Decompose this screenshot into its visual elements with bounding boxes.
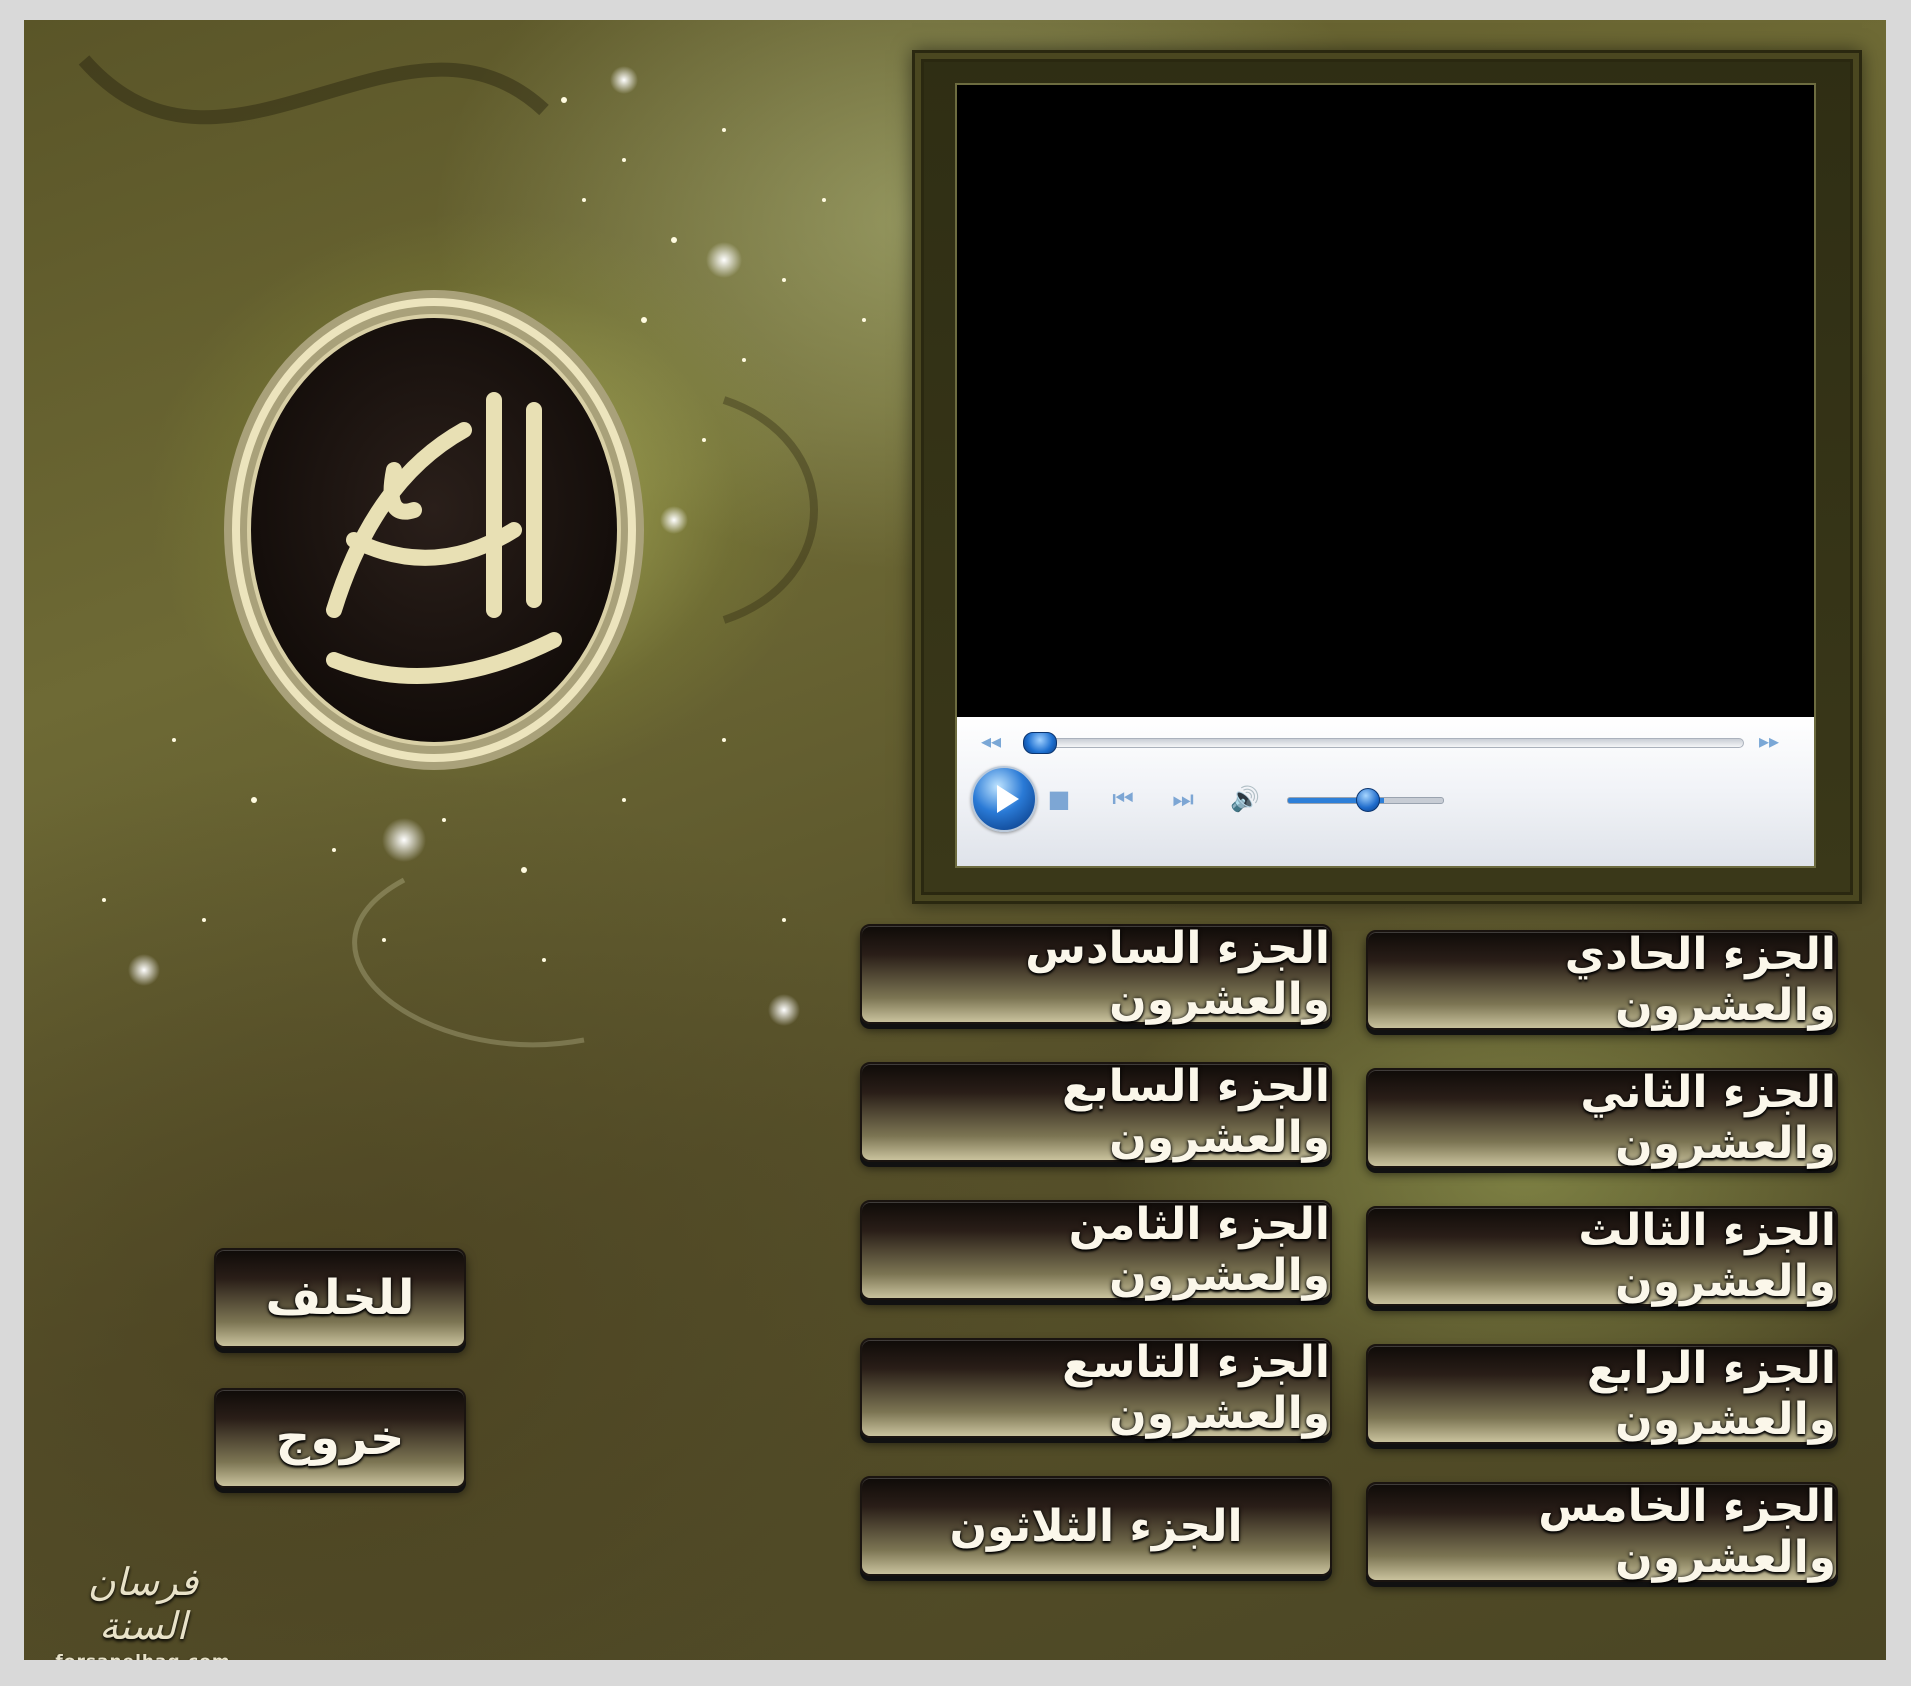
volume-icon[interactable]: 🔊: [1229, 783, 1261, 815]
juz-26-button[interactable]: الجزء السادس والعشرون: [860, 923, 1332, 1025]
video-player-frame: ◂◂ ▸▸ ■ ⏮ ⏭ 🔊: [912, 50, 1862, 904]
juz-23-button[interactable]: الجزء الثالث والعشرون: [1366, 1205, 1838, 1307]
juz-22-button[interactable]: الجزء الثاني والعشرون: [1366, 1067, 1838, 1169]
juz-30-button[interactable]: الجزء الثلاثون: [860, 1476, 1332, 1576]
juz-27-button[interactable]: الجزء السابع والعشرون: [860, 1061, 1332, 1163]
video-screen[interactable]: [957, 85, 1814, 717]
quran-seal-icon: [224, 290, 644, 770]
juz-21-button[interactable]: الجزء الحادي والعشرون: [1366, 929, 1838, 1031]
seek-back-icon[interactable]: ◂◂: [981, 729, 1001, 753]
seek-bar[interactable]: [1027, 738, 1744, 748]
juz-29-button[interactable]: الجزء التاسع والعشرون: [860, 1337, 1332, 1439]
site-logo: فرسان السنة forsanelhaq.com: [48, 1560, 238, 1660]
player-controls: ◂◂ ▸▸ ■ ⏮ ⏭ 🔊: [957, 717, 1814, 866]
seek-thumb[interactable]: [1023, 732, 1057, 754]
exit-button[interactable]: خروج: [214, 1388, 466, 1488]
back-button[interactable]: للخلف: [214, 1248, 466, 1348]
juz-25-button[interactable]: الجزء الخامس والعشرون: [1366, 1481, 1838, 1583]
seek-forward-icon[interactable]: ▸▸: [1759, 729, 1779, 753]
logo-site: forsanelhaq.com: [48, 1652, 238, 1660]
next-track-icon[interactable]: ⏭: [1167, 783, 1199, 815]
juz-28-button[interactable]: الجزء الثامن والعشرون: [860, 1199, 1332, 1301]
stop-icon[interactable]: ■: [1043, 783, 1075, 815]
juz-24-button[interactable]: الجزء الرابع والعشرون: [1366, 1343, 1838, 1445]
play-button[interactable]: [971, 766, 1037, 832]
app-window: ◂◂ ▸▸ ■ ⏮ ⏭ 🔊 الجزء الحادي والعشرون الجز…: [24, 20, 1886, 1660]
video-player[interactable]: ◂◂ ▸▸ ■ ⏮ ⏭ 🔊: [955, 83, 1816, 868]
previous-track-icon[interactable]: ⏮: [1107, 783, 1139, 815]
volume-thumb[interactable]: [1356, 788, 1380, 812]
logo-script: فرسان السنة: [87, 1560, 199, 1648]
